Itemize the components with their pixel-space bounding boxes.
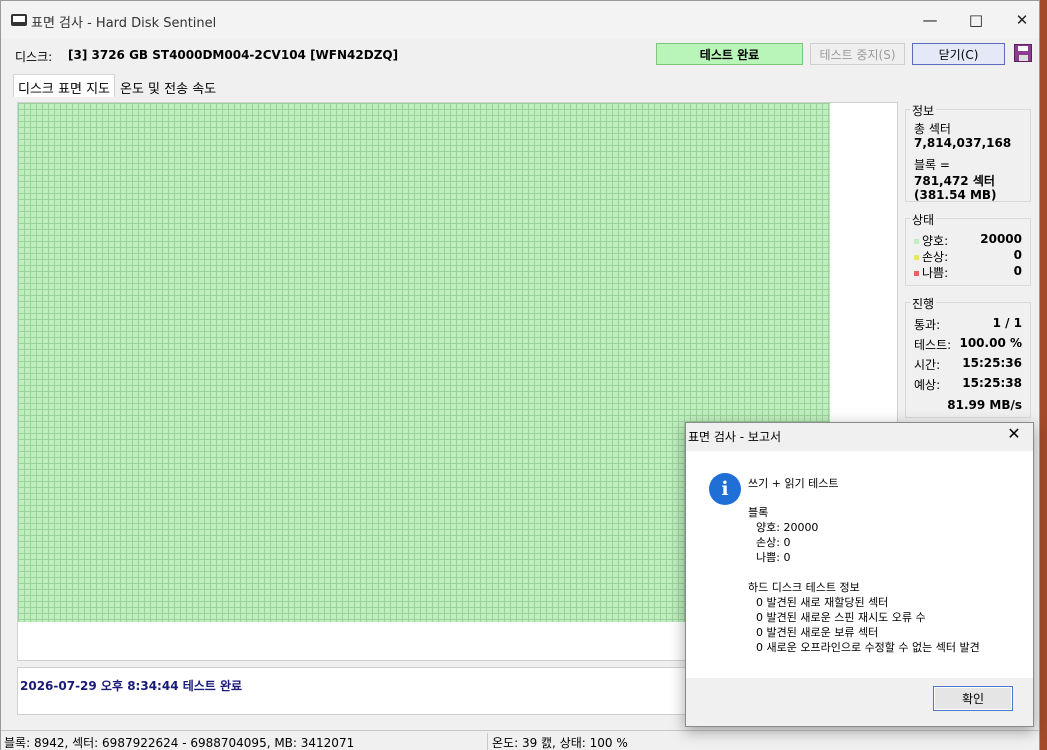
dialog-line-offline: 0 새로운 오프라인으로 수정할 수 없는 섹터 발견: [756, 641, 980, 654]
progress-test-value: 100.00 %: [959, 336, 1022, 350]
tab-surface-map[interactable]: 디스크 표면 지도: [13, 74, 115, 97]
status-bad-value: 0: [1013, 264, 1022, 278]
status-bad-label: 나쁨:: [922, 266, 949, 280]
tab-temperature-speed[interactable]: 온도 및 전송 속도: [115, 74, 221, 97]
status-damaged-value: 0: [1013, 248, 1022, 262]
good-legend-icon: [914, 239, 919, 244]
save-icon[interactable]: [1014, 44, 1032, 62]
disk-value: [3] 3726 GB ST4000DM004-2CV104 [WFN42DZQ…: [68, 48, 399, 62]
log-line: 2026-07-29 오후 8:34:44 테스트 완료: [20, 679, 243, 693]
progress-time-value: 15:25:36: [962, 356, 1022, 370]
status-bar-divider: [487, 733, 488, 750]
block-size: (381.54 MB): [914, 188, 997, 202]
dialog-body: i 쓰기 + 읽기 테스트 블록 양호: 20000 손상: 0 나쁨: 0 하…: [686, 451, 1033, 678]
stop-test-button[interactable]: 테스트 중지(S): [810, 43, 905, 65]
status-good-row: 양호:: [914, 232, 948, 249]
progress-speed: 81.99 MB/s: [947, 398, 1022, 412]
bad-legend-icon: [914, 271, 919, 276]
hard-disk-icon: [11, 14, 27, 26]
maximize-icon[interactable]: □: [953, 1, 999, 39]
info-group: 정보 총 섹터 7,814,037,168 블록 = 781,472 섹터 (3…: [905, 102, 1031, 202]
progress-pass-value: 1 / 1: [992, 316, 1022, 330]
progress-group: 진행 통과: 1 / 1 테스트: 100.00 % 시간: 15:25:36 …: [905, 295, 1031, 418]
dialog-ok-button[interactable]: 확인: [933, 686, 1013, 711]
status-bar: 블록: 8942, 섹터: 6987922624 - 6988704095, M…: [1, 730, 1039, 750]
total-sectors-value: 7,814,037,168: [914, 136, 1012, 150]
toolbar: 디스크: [3] 3726 GB ST4000DM004-2CV104 [WFN…: [1, 39, 1039, 71]
status-bar-block-info: 블록: 8942, 섹터: 6987922624 - 6988704095, M…: [4, 736, 355, 750]
dialog-title: 표면 검사 - 보고서: [688, 430, 782, 444]
block-label: 블록 =: [914, 158, 950, 172]
dialog-test-type: 쓰기 + 읽기 테스트: [748, 477, 839, 490]
dialog-line-spin-retry: 0 발견된 새로운 스핀 재시도 오류 수: [756, 611, 926, 624]
status-damaged-label: 손상:: [922, 250, 949, 264]
window-title: 표면 검사 - Hard Disk Sentinel: [31, 16, 217, 31]
info-icon: i: [709, 473, 741, 505]
total-sectors-label: 총 섹터: [914, 122, 951, 136]
status-bar-temperature: 온도: 39 캜, 상태: 100 %: [492, 736, 628, 750]
status-good-label: 양호:: [922, 234, 949, 248]
dialog-info-header: 하드 디스크 테스트 정보: [748, 581, 860, 594]
report-dialog: 표면 검사 - 보고서 ✕ i 쓰기 + 읽기 테스트 블록 양호: 20000…: [685, 422, 1034, 727]
progress-eta-label: 예상:: [914, 378, 941, 392]
dialog-blocks-header: 블록: [748, 506, 769, 519]
status-damaged-row: 손상:: [914, 248, 948, 265]
info-title: 정보: [910, 102, 937, 119]
status-title: 상태: [910, 211, 937, 228]
dialog-damaged: 손상: 0: [756, 536, 791, 549]
minimize-icon[interactable]: —: [907, 1, 953, 39]
test-status-badge: 테스트 완료: [656, 43, 803, 65]
progress-pass-label: 통과:: [914, 318, 941, 332]
close-button[interactable]: 닫기(C): [912, 43, 1005, 65]
dialog-good: 양호: 20000: [756, 521, 819, 534]
progress-eta-value: 15:25:38: [962, 376, 1022, 390]
block-sectors: 781,472 섹터: [914, 174, 995, 188]
damaged-legend-icon: [914, 255, 919, 260]
dialog-line-reallocated: 0 발견된 새로 재할당된 섹터: [756, 596, 889, 609]
status-group: 상태 양호: 20000 손상: 0 나쁨: 0: [905, 211, 1031, 286]
title-bar: 표면 검사 - Hard Disk Sentinel — □ ✕: [1, 1, 1039, 39]
progress-test-label: 테스트:: [914, 338, 952, 352]
status-bad-row: 나쁨:: [914, 264, 948, 281]
progress-time-label: 시간:: [914, 358, 941, 372]
close-icon[interactable]: ✕: [999, 1, 1045, 39]
tab-bar: 디스크 표면 지도 온도 및 전송 속도: [13, 74, 221, 97]
dialog-bad: 나쁨: 0: [756, 551, 791, 564]
status-good-value: 20000: [980, 232, 1022, 246]
dialog-line-pending: 0 발견된 새로운 보류 섹터: [756, 626, 879, 639]
dialog-close-icon[interactable]: ✕: [1003, 424, 1025, 443]
disk-label: 디스크:: [15, 50, 53, 64]
progress-title: 진행: [910, 295, 937, 312]
